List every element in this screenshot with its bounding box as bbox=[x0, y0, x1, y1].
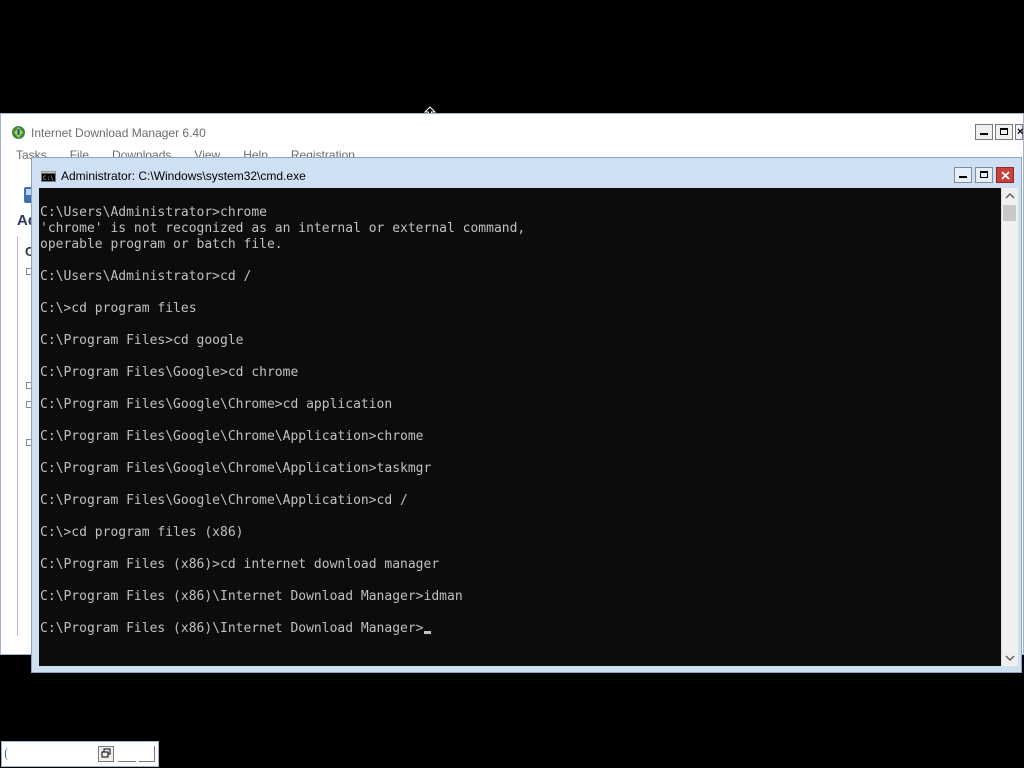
cmd-window-title: Administrator: C:\Windows\system32\cmd.e… bbox=[61, 169, 306, 183]
cmd-window[interactable]: C:\ Administrator: C:\Windows\system32\c… bbox=[31, 157, 1022, 673]
idm-close-button[interactable]: × bbox=[1015, 124, 1023, 140]
console-line-text: C:\Program Files (x86)\Internet Download… bbox=[40, 621, 424, 636]
minimized-window-stub[interactable] bbox=[1, 741, 159, 767]
svg-text:C:\: C:\ bbox=[43, 175, 54, 182]
console-line: C:\Program Files\Google>cd chrome bbox=[40, 365, 525, 381]
cmd-icon: C:\ bbox=[41, 171, 56, 182]
console-line: C:\>cd program files (x86) bbox=[40, 525, 525, 541]
console-line-text: C:\Users\Administrator>chrome bbox=[40, 205, 267, 220]
console-line-text: C:\Program Files (x86)>cd internet downl… bbox=[40, 557, 440, 572]
cmd-close-button[interactable] bbox=[996, 167, 1014, 183]
console-line-text: C:\Users\Administrator>cd / bbox=[40, 269, 252, 284]
cmd-titlebar[interactable]: C:\ Administrator: C:\Windows\system32\c… bbox=[32, 158, 1021, 188]
idm-window-title: Internet Download Manager 6.40 bbox=[31, 126, 206, 140]
cmd-minimize-button[interactable] bbox=[954, 167, 972, 183]
idm-logo-icon bbox=[12, 126, 25, 139]
console-line-text: C:\Program Files\Google\Chrome\Applicati… bbox=[40, 429, 424, 444]
scroll-up-arrow-icon[interactable] bbox=[1002, 188, 1018, 204]
console-line: C:\Users\Administrator>cd / bbox=[40, 269, 525, 285]
console-line-text: C:\Program Files (x86)\Internet Download… bbox=[40, 589, 463, 604]
restore-icon bbox=[101, 748, 111, 758]
console-line: C:\Program Files (x86)>cd internet downl… bbox=[40, 557, 525, 573]
vertical-scrollbar[interactable] bbox=[1001, 188, 1018, 666]
console-line-text: C:\Program Files>cd google bbox=[40, 333, 244, 348]
text-cursor bbox=[423, 631, 431, 634]
console-line: C:\Program Files\Google\Chrome>cd applic… bbox=[40, 397, 525, 413]
console-line: C:\>cd program files bbox=[40, 301, 525, 317]
console-lines: C:\Users\Administrator>chrome'chrome' is… bbox=[40, 205, 525, 637]
console-line-text: C:\>cd program files bbox=[40, 301, 197, 316]
console-line: C:\Program Files (x86)\Internet Download… bbox=[40, 621, 525, 637]
cmd-maximize-button[interactable] bbox=[975, 167, 993, 183]
console-line-text: C:\Program Files\Google\Chrome>cd applic… bbox=[40, 397, 393, 412]
console-line: C:\Program Files (x86)\Internet Download… bbox=[40, 589, 525, 605]
idm-titlebar[interactable]: Internet Download Manager 6.40 × bbox=[1, 114, 1023, 150]
console-line: C:\Program Files\Google\Chrome\Applicati… bbox=[40, 461, 525, 477]
cmd-window-controls bbox=[954, 167, 1014, 183]
console-line: C:\Program Files>cd google bbox=[40, 333, 525, 349]
maximize-icon bbox=[1000, 128, 1008, 135]
close-icon bbox=[1001, 171, 1010, 180]
console-line-text: C:\Program Files\Google\Chrome\Applicati… bbox=[40, 493, 408, 508]
idm-maximize-button[interactable] bbox=[995, 124, 1013, 140]
console-line: C:\Program Files\Google\Chrome\Applicati… bbox=[40, 429, 525, 445]
console-line: 'chrome' is not recognized as an interna… bbox=[40, 221, 525, 237]
console-line-text: C:\>cd program files (x86) bbox=[40, 525, 244, 540]
idm-minimize-button[interactable] bbox=[975, 124, 993, 140]
idm-window-controls: × bbox=[975, 124, 1023, 142]
minimized-window-edge bbox=[5, 748, 9, 760]
close-button[interactable] bbox=[139, 746, 155, 762]
minimize-icon bbox=[959, 176, 967, 178]
console-line-text: operable program or batch file. bbox=[40, 237, 283, 252]
console-output[interactable]: C:\Users\Administrator>chrome'chrome' is… bbox=[39, 188, 1001, 666]
console-line: C:\Users\Administrator>chrome bbox=[40, 205, 525, 221]
console-line-text: C:\Program Files\Google\Chrome\Applicati… bbox=[40, 461, 432, 476]
maximize-icon bbox=[980, 171, 988, 178]
console-line: operable program or batch file. bbox=[40, 237, 525, 253]
scroll-down-arrow-icon[interactable] bbox=[1002, 650, 1018, 666]
console-line-text: 'chrome' is not recognized as an interna… bbox=[40, 221, 526, 236]
close-icon: × bbox=[1017, 126, 1024, 138]
minimize-icon bbox=[980, 133, 988, 135]
console-line: C:\Program Files\Google\Chrome\Applicati… bbox=[40, 493, 525, 509]
console-line-text: C:\Program Files\Google>cd chrome bbox=[40, 365, 299, 380]
maximize-button[interactable] bbox=[118, 746, 136, 762]
scrollbar-thumb[interactable] bbox=[1003, 205, 1016, 221]
restore-button[interactable] bbox=[98, 746, 114, 762]
